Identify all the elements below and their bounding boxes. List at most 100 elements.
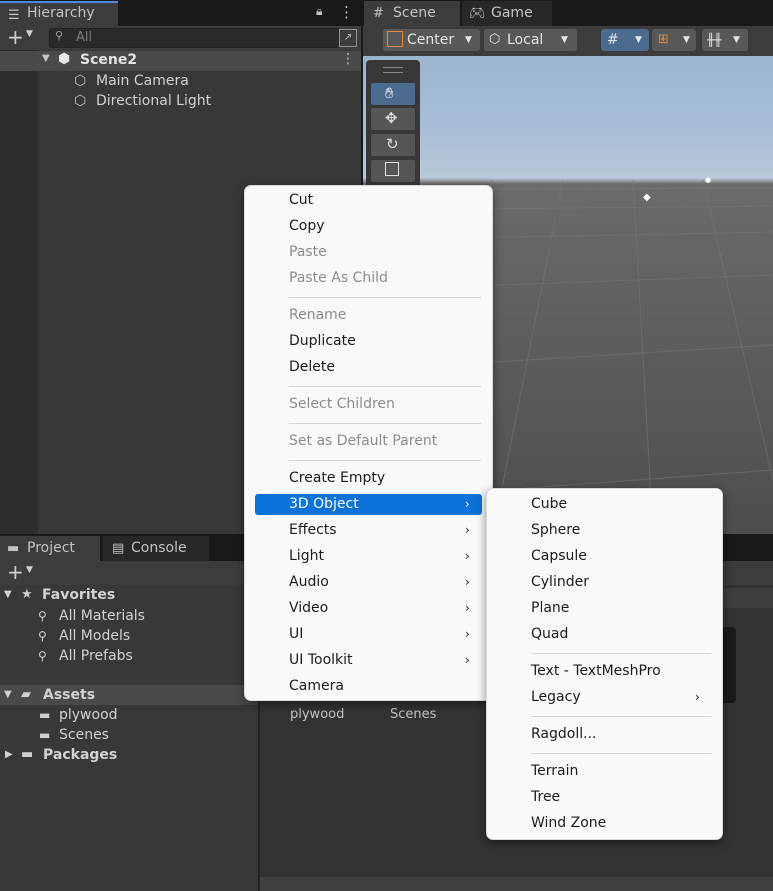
add-icon[interactable]: + [7,26,24,48]
favorite-label: All Materials [59,608,145,624]
hierarchy-tab-label: Hierarchy [27,5,95,21]
grid-icon: # [373,6,384,21]
chevron-down-icon: ▼ [635,35,642,45]
asset-tile-label[interactable]: Scenes [390,707,436,722]
favorite-item[interactable]: ⚲ All Prefabs [0,646,258,666]
scale-tool-button[interactable] [371,160,415,182]
rotate-icon: ↻ [386,135,399,153]
submenu-item-capsule[interactable]: Capsule [497,546,712,567]
submenu-item-legacy[interactable]: Legacy › [497,687,712,708]
asset-folder-item[interactable]: ▬ plywood [0,705,258,725]
pivot-center-icon [387,31,403,47]
menu-item-set-default-parent[interactable]: Set as Default Parent [255,431,482,452]
favorite-item[interactable]: ⚲ All Models [0,626,258,646]
chevron-down-icon[interactable]: ▼ [26,565,33,575]
camera-gizmo-icon[interactable]: ● [705,176,711,184]
scene-row[interactable]: ▼ ⬢ Scene2 ⋮ [0,51,361,71]
scene-more-icon[interactable]: ⋮ [341,51,355,67]
submenu-arrow-icon: › [465,627,470,641]
asset-tile-label[interactable]: plywood [290,707,344,722]
submenu-item-wind-zone[interactable]: Wind Zone [497,813,712,834]
grid-snap-icon: # [607,32,619,48]
menu-separator [531,653,711,654]
increment-snap-dropdown[interactable]: ⊞ ▼ [652,29,696,51]
menu-item-delete[interactable]: Delete [255,357,482,378]
chevron-down-icon: ▼ [733,35,740,45]
move-tool-button[interactable]: ✥ [371,108,415,130]
move-icon: ✥ [385,109,398,127]
hierarchy-search-input[interactable]: ⚲ All [49,28,340,48]
assets-row[interactable]: ▼ ▰ Assets [0,685,258,705]
asset-folder-item[interactable]: ▬ Scenes [0,725,258,745]
menu-item-paste[interactable]: Paste [255,242,482,263]
expand-arrow-icon[interactable]: ▼ [4,685,12,705]
submenu-item-quad[interactable]: Quad [497,624,712,645]
expand-arrow-icon[interactable]: ▼ [4,585,12,605]
menu-item-camera[interactable]: Camera [255,676,482,697]
grid-snap-toggle[interactable]: # ▼ [601,29,649,51]
menu-item-create-empty[interactable]: Create Empty [255,468,482,489]
collapse-arrow-icon[interactable]: ▶ [5,745,13,765]
console-tab-label: Console [131,540,187,556]
search-icon: ⚲ [38,629,47,643]
favorites-row[interactable]: ▼ ★ Favorites [0,585,258,605]
tab-scene[interactable]: # Scene [364,1,460,26]
more-options-icon[interactable]: ⋮ [339,3,354,21]
submenu-arrow-icon: › [465,653,470,667]
submenu-item-cube[interactable]: Cube [497,494,712,515]
tab-hierarchy[interactable]: ☰ Hierarchy [0,1,118,26]
menu-item-rename[interactable]: Rename [255,305,482,326]
menu-item-effects[interactable]: Effects › [255,520,482,541]
pivot-rotation-label: Local [507,32,544,48]
hierarchy-item[interactable]: ⬡ Main Camera [0,71,361,91]
light-gizmo-icon[interactable]: ◆ [643,192,651,203]
menu-item-ui[interactable]: UI › [255,624,482,645]
submenu-item-ragdoll[interactable]: Ragdoll... [497,724,712,745]
pivot-mode-label: Center [407,32,455,48]
menu-item-video[interactable]: Video › [255,598,482,619]
favorite-item[interactable]: ⚲ All Materials [0,606,258,626]
tab-game[interactable]: 🎮︎ Game [462,1,552,26]
submenu-item-textmeshpro[interactable]: Text - TextMeshPro [497,661,712,682]
menu-item-light[interactable]: Light › [255,546,482,567]
menu-item-select-children[interactable]: Select Children [255,394,482,415]
packages-row[interactable]: ▶ ▬ Packages [0,745,258,765]
lock-icon[interactable]: 🔒︎ [316,4,322,19]
scene-search-icon[interactable]: ↗ [339,29,357,47]
submenu-item-plane[interactable]: Plane [497,598,712,619]
submenu-3d-object: Cube Sphere Capsule Cylinder Plane Quad … [486,488,723,840]
expand-arrow-icon[interactable]: ▼ [42,53,50,64]
tab-project[interactable]: ▬ Project [0,536,100,561]
chevron-down-icon[interactable]: ▼ [26,29,33,39]
unity-scene-icon: ⬢ [58,51,71,67]
submenu-arrow-icon: › [465,601,470,615]
tab-console[interactable]: ▤ Console [103,536,209,561]
menu-separator [531,716,711,717]
submenu-item-tree[interactable]: Tree [497,787,712,808]
rotate-tool-button[interactable]: ↻ [371,134,415,156]
hand-tool-button[interactable]: ✋︎ [371,83,415,105]
menu-separator [289,460,481,461]
pivot-mode-dropdown[interactable]: Center ▼ [383,29,480,51]
menu-item-3d-object[interactable]: 3D Object › [255,494,482,515]
view-options-dropdown[interactable]: ╫╫ ▼ [702,29,748,51]
submenu-item-terrain[interactable]: Terrain [497,761,712,782]
menu-item-duplicate[interactable]: Duplicate [255,331,482,352]
hierarchy-item-label: Directional Light [96,93,212,109]
submenu-arrow-icon: › [465,523,470,537]
assets-label: Assets [43,687,96,703]
hierarchy-item[interactable]: ⬡ Directional Light [0,91,361,111]
folder-open-icon: ▰ [21,687,31,702]
menu-item-audio[interactable]: Audio › [255,572,482,593]
scene-tab-label: Scene [393,5,436,21]
submenu-item-cylinder[interactable]: Cylinder [497,572,712,593]
menu-item-paste-as-child[interactable]: Paste As Child [255,268,482,289]
add-asset-icon[interactable]: + [7,561,24,583]
menu-item-ui-toolkit[interactable]: UI Toolkit › [255,650,482,671]
menu-item-cut[interactable]: Cut [255,190,482,211]
overlay-drag-handle[interactable] [383,67,403,73]
gamepad-icon: 🎮︎ [469,6,486,21]
pivot-rotation-dropdown[interactable]: ⬡ Local ▼ [484,29,577,51]
submenu-item-sphere[interactable]: Sphere [497,520,712,541]
menu-item-copy[interactable]: Copy [255,216,482,237]
